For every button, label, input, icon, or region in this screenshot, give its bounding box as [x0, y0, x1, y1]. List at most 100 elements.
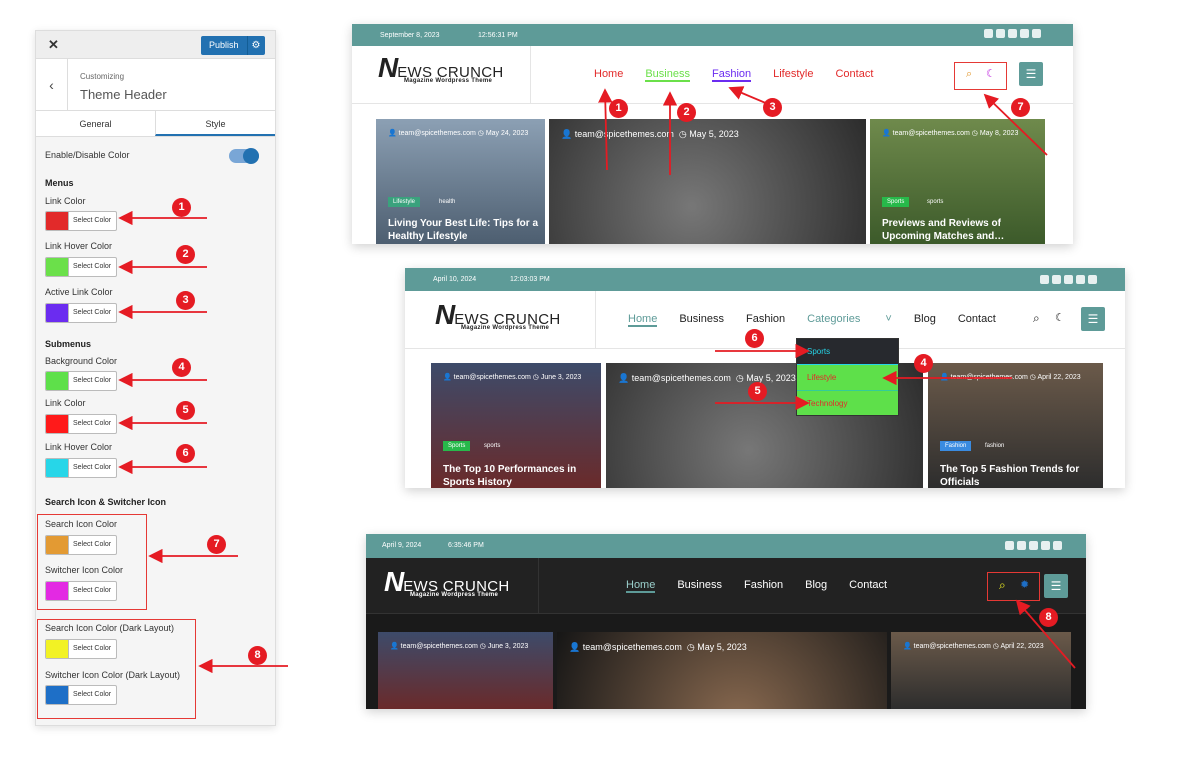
- nav-fashion[interactable]: Fashion: [744, 579, 783, 593]
- field-label: Search Icon Color: [45, 519, 118, 529]
- dark-switcher-icon-color-picker[interactable]: Select Color: [45, 685, 117, 705]
- post-card[interactable]: 👤 team@spicethemes.com ◷ May 24, 2023 Li…: [376, 119, 545, 244]
- post-title[interactable]: Previews and Reviews of Upcoming Matches…: [882, 217, 1045, 243]
- customizer-panel: ✕ Publish ⚙ ‹ Customizing Theme Header G…: [35, 30, 276, 726]
- tag-label[interactable]: sports: [922, 197, 948, 207]
- site-logo[interactable]: NEWS CRUNCH Magazine Wordpress Theme: [435, 299, 561, 331]
- facebook-icon[interactable]: [984, 29, 993, 38]
- section-icons: Search Icon & Switcher Icon: [45, 497, 167, 507]
- nav-contact[interactable]: Contact: [835, 68, 873, 82]
- instagram-icon[interactable]: [1041, 541, 1050, 550]
- category-badge[interactable]: Sports: [443, 441, 471, 451]
- link-hover-color-picker[interactable]: Select Color: [45, 257, 117, 277]
- dribbble-icon[interactable]: [1064, 275, 1073, 284]
- nav-business[interactable]: Business: [677, 579, 722, 593]
- nav-home[interactable]: Home: [628, 313, 658, 327]
- nav-home[interactable]: Home: [626, 579, 656, 593]
- submenu-item-lifestyle[interactable]: Lifestyle: [797, 365, 898, 391]
- youtube-icon[interactable]: [1088, 275, 1097, 284]
- post-card[interactable]: 👤 team@spicethemes.com ◷ May 5, 2023: [557, 632, 887, 709]
- color-swatch: [46, 582, 68, 600]
- panel-title: Theme Header: [80, 87, 167, 102]
- back-button[interactable]: ‹: [36, 59, 68, 111]
- post-meta: 👤 team@spicethemes.com ◷ May 5, 2023: [569, 642, 747, 652]
- post-title[interactable]: Living Your Best Life: Tips for a Health…: [388, 217, 545, 243]
- marker: 4: [172, 358, 191, 377]
- moon-icon[interactable]: ☾: [1055, 311, 1065, 324]
- nav-lifestyle[interactable]: Lifestyle: [773, 68, 813, 82]
- facebook-icon[interactable]: [1040, 275, 1049, 284]
- link-color-picker[interactable]: Select Color: [45, 211, 117, 231]
- instagram-icon[interactable]: [1076, 275, 1085, 284]
- publish-group: Publish ⚙: [201, 36, 265, 55]
- submenu-link-color-picker[interactable]: Select Color: [45, 414, 117, 434]
- x-icon[interactable]: [1052, 275, 1061, 284]
- nav-fashion[interactable]: Fashion: [746, 313, 785, 327]
- enable-color-toggle[interactable]: [229, 148, 259, 164]
- category-badge[interactable]: Sports: [882, 197, 910, 207]
- youtube-icon[interactable]: [1032, 29, 1041, 38]
- nav-business[interactable]: Business: [645, 68, 690, 82]
- post-card[interactable]: 👤 team@spicethemes.com ◷ May 5, 2023: [549, 119, 866, 244]
- search-icon[interactable]: ⌕: [1033, 311, 1040, 326]
- nav-contact[interactable]: Contact: [958, 313, 996, 327]
- post-card[interactable]: 👤 team@spicethemes.com ◷ April 22, 2023: [891, 632, 1071, 709]
- social-icons: [1040, 275, 1097, 284]
- main-nav: Home Business Fashion Categories ˅ Blog …: [628, 313, 1018, 327]
- post-title[interactable]: The Top 5 Fashion Trends for Officials: [940, 463, 1103, 488]
- nav-contact[interactable]: Contact: [849, 579, 887, 593]
- post-card[interactable]: 👤 team@spicethemes.com ◷ June 3, 2023 Sp…: [431, 363, 601, 488]
- search-icon-color-picker[interactable]: Select Color: [45, 535, 117, 555]
- facebook-icon[interactable]: [1005, 541, 1014, 550]
- post-meta: 👤 team@spicethemes.com ◷ June 3, 2023: [390, 643, 529, 650]
- marker: 3: [176, 291, 195, 310]
- nav-blog[interactable]: Blog: [805, 579, 827, 593]
- social-icons: [984, 29, 1041, 38]
- nav-home[interactable]: Home: [594, 68, 623, 82]
- site-logo[interactable]: NEWS CRUNCH Magazine Wordpress Theme: [378, 52, 504, 84]
- switcher-icon-color-picker[interactable]: Select Color: [45, 581, 117, 601]
- twitter-icon[interactable]: [996, 29, 1005, 38]
- post-title[interactable]: The Top 10 Performances in Sports Histor…: [443, 463, 601, 488]
- nav-blog[interactable]: Blog: [914, 313, 936, 327]
- menu-icon[interactable]: ☰: [1044, 574, 1068, 598]
- close-icon[interactable]: ✕: [48, 37, 59, 53]
- field-label: Switcher Icon Color (Dark Layout): [45, 670, 181, 680]
- publish-button[interactable]: Publish: [201, 36, 247, 55]
- dribbble-icon[interactable]: [1008, 29, 1017, 38]
- submenu-item-technology[interactable]: Technology: [797, 391, 898, 416]
- time-text: 6:35:46 PM: [448, 542, 484, 549]
- submenu-item-sports[interactable]: Sports: [797, 339, 898, 365]
- tab-general[interactable]: General: [36, 111, 155, 136]
- top-bar: April 10, 2024 12:03:03 PM: [405, 268, 1125, 291]
- search-icon[interactable]: ⌕: [999, 578, 1006, 593]
- post-card[interactable]: 👤 team@spicethemes.com ◷ June 3, 2023: [378, 632, 553, 709]
- category-badge[interactable]: Lifestyle: [388, 197, 421, 207]
- nav-fashion[interactable]: Fashion: [711, 68, 752, 82]
- dribbble-icon[interactable]: [1029, 541, 1038, 550]
- x-icon[interactable]: [1017, 541, 1026, 550]
- search-icon[interactable]: ⌕: [966, 68, 972, 81]
- submenu-bg-color-picker[interactable]: Select Color: [45, 371, 117, 391]
- nav-categories[interactable]: Categories ˅: [807, 313, 892, 327]
- active-link-color-picker[interactable]: Select Color: [45, 303, 117, 323]
- dark-search-icon-color-picker[interactable]: Select Color: [45, 639, 117, 659]
- post-card[interactable]: 👤 team@spicethemes.com ◷ May 8, 2023 Spo…: [870, 119, 1045, 244]
- gear-icon[interactable]: ⚙: [246, 36, 265, 55]
- category-badge[interactable]: Fashion: [940, 441, 972, 451]
- moon-icon[interactable]: ☾: [986, 67, 996, 80]
- tab-style[interactable]: Style: [155, 111, 275, 136]
- site-logo[interactable]: NEWS CRUNCH Magazine Wordpress Theme: [384, 566, 510, 598]
- post-card[interactable]: 👤 team@spicethemes.com ◷ April 22, 2023 …: [928, 363, 1103, 488]
- youtube-icon[interactable]: [1053, 541, 1062, 550]
- tag-label[interactable]: fashion: [980, 441, 1009, 451]
- submenu-hover-color-picker[interactable]: Select Color: [45, 458, 117, 478]
- tag-label[interactable]: health: [434, 197, 460, 207]
- instagram-icon[interactable]: [1020, 29, 1029, 38]
- nav-business[interactable]: Business: [679, 313, 724, 327]
- tag-label[interactable]: sports: [479, 441, 505, 451]
- menu-icon[interactable]: ☰: [1081, 307, 1105, 331]
- time-text: 12:03:03 PM: [510, 276, 550, 283]
- menu-icon[interactable]: ☰: [1019, 62, 1043, 86]
- sun-icon[interactable]: ✹: [1020, 578, 1029, 591]
